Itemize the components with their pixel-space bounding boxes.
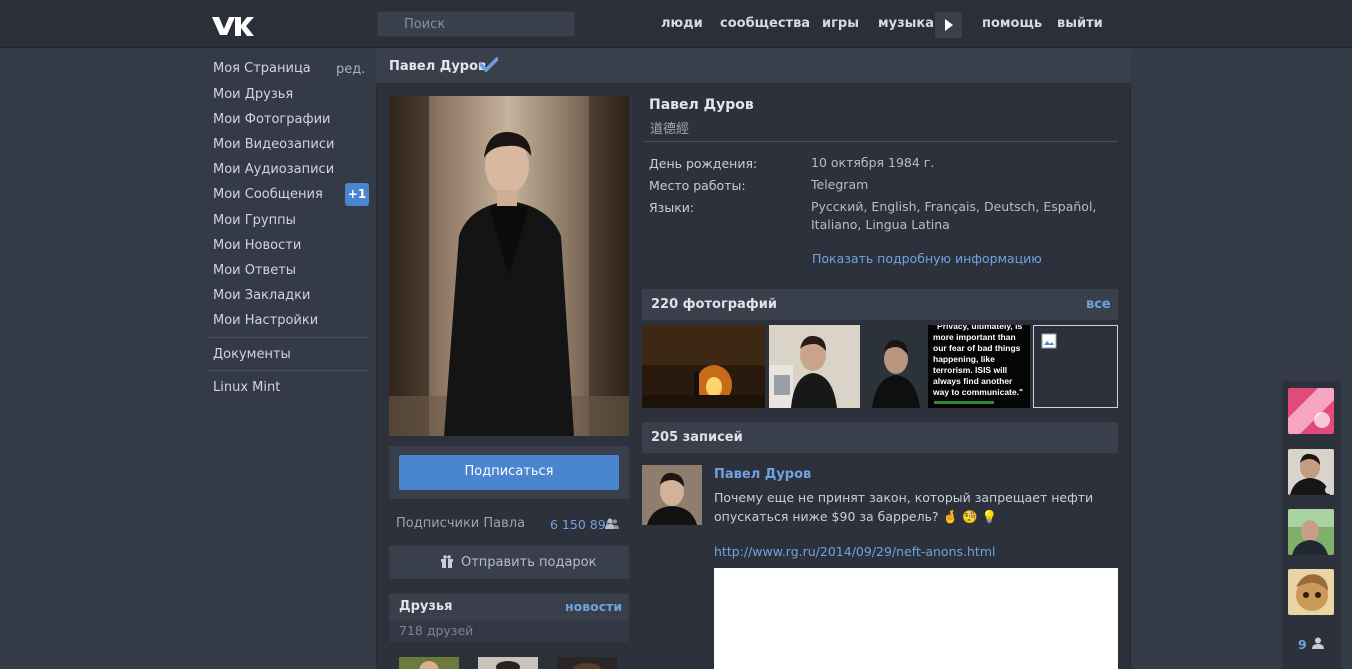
subscribers-label[interactable]: Подписчики Павла bbox=[396, 516, 525, 531]
friend-avatar[interactable] bbox=[478, 657, 538, 669]
menu-my-friends[interactable]: Мои Друзья bbox=[213, 87, 293, 102]
menu-my-videos[interactable]: Мои Видеозаписи bbox=[213, 137, 334, 152]
nav-communities[interactable]: сообщества bbox=[720, 16, 810, 31]
wall-title[interactable]: 205 записей bbox=[651, 430, 743, 445]
post-author-avatar[interactable] bbox=[642, 465, 702, 525]
photo-thumb[interactable] bbox=[769, 325, 860, 408]
show-more-info-link[interactable]: Показать подробную информацию bbox=[812, 251, 1042, 266]
menu-my-bookmarks[interactable]: Мои Закладки bbox=[213, 288, 310, 303]
nav-games[interactable]: игры bbox=[822, 16, 859, 31]
verified-icon bbox=[479, 57, 499, 76]
menu-my-photos[interactable]: Мои Фотографии bbox=[213, 112, 330, 127]
nav-help[interactable]: помощь bbox=[982, 16, 1042, 31]
nav-music[interactable]: музыка bbox=[878, 16, 934, 31]
friends-count[interactable]: 718 друзей bbox=[399, 623, 473, 638]
chat-contact-avatar[interactable] bbox=[1288, 388, 1334, 434]
subscribe-button[interactable]: Подписаться bbox=[399, 455, 619, 490]
menu-linux-mint[interactable]: Linux Mint bbox=[213, 380, 280, 395]
profile-status: 道德經 bbox=[650, 122, 690, 137]
menu-my-page[interactable]: Моя Страница bbox=[213, 61, 311, 76]
work-label: Место работы: bbox=[649, 178, 746, 193]
menu-my-news[interactable]: Мои Новости bbox=[213, 238, 301, 253]
profile-name: Павел Дуров bbox=[649, 97, 754, 113]
menu-my-settings[interactable]: Мои Настройки bbox=[213, 313, 318, 328]
nav-people[interactable]: люди bbox=[661, 16, 703, 31]
chat-user-icon[interactable] bbox=[1312, 637, 1324, 652]
birthday-label: День рождения: bbox=[649, 156, 758, 171]
friend-avatar[interactable] bbox=[557, 657, 617, 669]
friend-avatar[interactable] bbox=[399, 657, 459, 669]
photo-thumb[interactable] bbox=[642, 325, 765, 408]
search-input[interactable]: Поиск bbox=[377, 11, 575, 37]
play-icon bbox=[945, 19, 953, 31]
photos-title[interactable]: 220 фотографий bbox=[651, 297, 777, 312]
menu-divider bbox=[207, 337, 369, 338]
photo-thumb[interactable] bbox=[864, 325, 928, 408]
menu-my-messages[interactable]: Мои Сообщения bbox=[213, 187, 323, 202]
chat-contact-avatar[interactable] bbox=[1288, 569, 1334, 615]
profile-photo[interactable] bbox=[389, 96, 629, 436]
photos-all-link[interactable]: все bbox=[1086, 297, 1111, 312]
broken-image-icon bbox=[1041, 333, 1057, 349]
menu-divider bbox=[207, 370, 369, 371]
menu-my-audio[interactable]: Мои Аудиозаписи bbox=[213, 162, 334, 177]
vk-logo-icon[interactable] bbox=[210, 14, 256, 38]
chat-contact-avatar[interactable] bbox=[1288, 509, 1334, 555]
send-gift-label: Отправить подарок bbox=[461, 555, 597, 570]
quote-signature bbox=[934, 401, 994, 404]
menu-my-answers[interactable]: Мои Ответы bbox=[213, 263, 296, 278]
post-author-name[interactable]: Павел Дуров bbox=[714, 467, 811, 482]
work-value[interactable]: Telegram bbox=[811, 176, 1111, 194]
menu-documents[interactable]: Документы bbox=[213, 347, 291, 362]
languages-label: Языки: bbox=[649, 200, 695, 215]
play-button[interactable] bbox=[935, 12, 962, 38]
quote-text: "Privacy, ultimately, is more important … bbox=[933, 325, 1023, 397]
photo-broken-thumb[interactable] bbox=[1033, 325, 1118, 408]
post-link[interactable]: http://www.rg.ru/2014/09/29/neft-anons.h… bbox=[714, 544, 995, 559]
birthday-value[interactable]: 10 октября 1984 г. bbox=[811, 154, 1111, 172]
friends-news-link[interactable]: новости bbox=[565, 599, 622, 614]
gift-icon bbox=[441, 555, 453, 568]
subscribers-icon bbox=[605, 517, 619, 532]
page-title: Павел Дуров bbox=[389, 59, 487, 74]
post-text: Почему еще не принят закон, который запр… bbox=[714, 490, 1094, 524]
send-gift-button[interactable]: Отправить подарок bbox=[389, 546, 629, 579]
menu-my-groups[interactable]: Мои Группы bbox=[213, 213, 296, 228]
photo-quote-thumb[interactable]: "Privacy, ultimately, is more important … bbox=[928, 325, 1030, 408]
messages-badge[interactable]: +1 bbox=[345, 183, 369, 206]
chat-online-count[interactable]: 9 bbox=[1298, 637, 1307, 652]
nav-logout[interactable]: выйти bbox=[1057, 16, 1103, 31]
languages-value: Русский, English, Français, Deutsch, Esp… bbox=[811, 199, 1097, 232]
chat-contact-avatar[interactable] bbox=[1288, 449, 1334, 495]
post-link-preview[interactable] bbox=[714, 568, 1118, 669]
friends-title[interactable]: Друзья bbox=[399, 599, 452, 614]
menu-edit-link[interactable]: ред. bbox=[336, 62, 365, 77]
info-divider bbox=[643, 141, 1118, 142]
